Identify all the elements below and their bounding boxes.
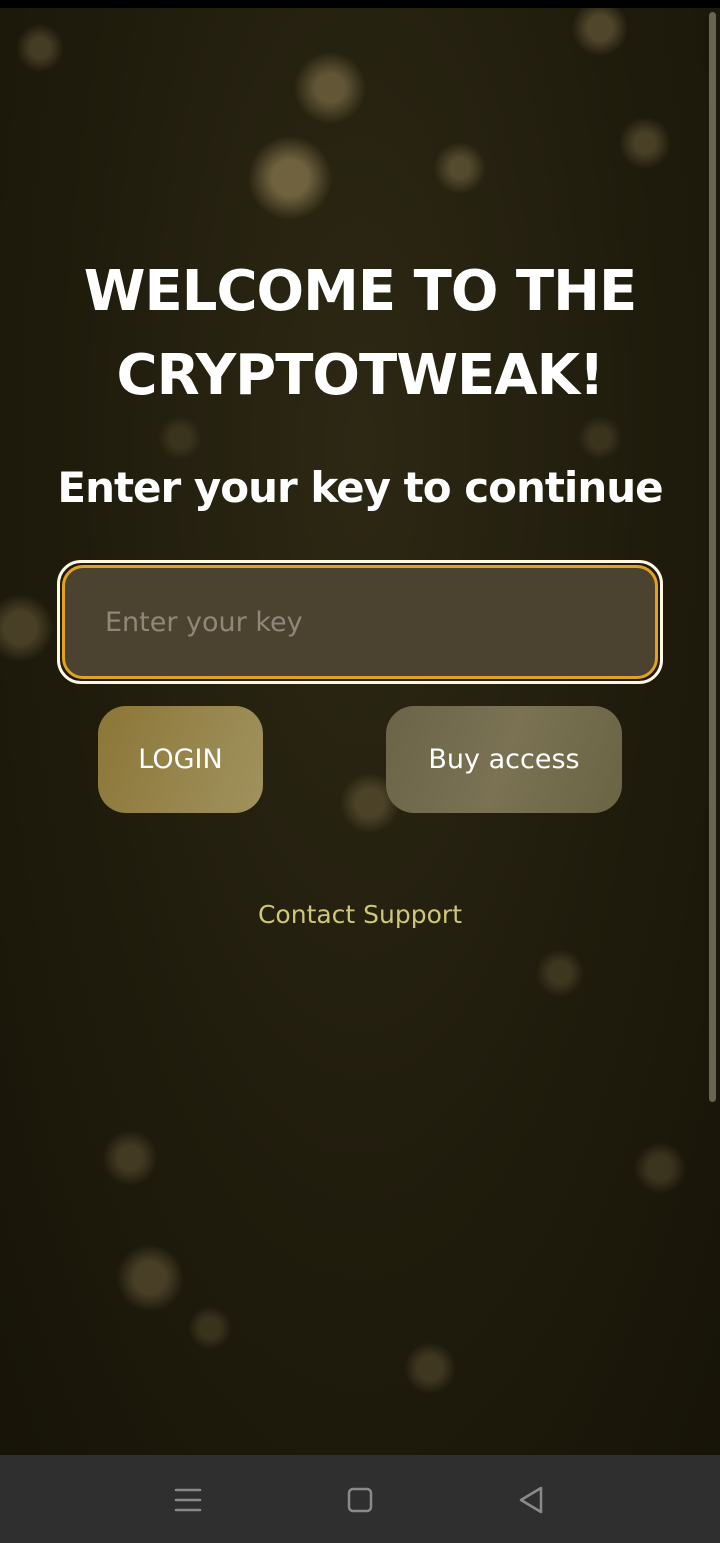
status-bar [0, 0, 720, 8]
contact-support-link[interactable]: Contact Support [0, 895, 720, 935]
scrollbar[interactable] [709, 12, 716, 1102]
key-input-focus-ring [57, 560, 663, 684]
home-button[interactable] [335, 1475, 385, 1525]
login-screen: WELCOME TO THE CRYPTOTWEAK! Enter your k… [0, 0, 720, 1543]
title-line-2: CRYPTOTWEAK! [116, 343, 604, 408]
home-icon [347, 1487, 373, 1513]
menu-icon [174, 1488, 202, 1512]
key-input[interactable] [62, 565, 658, 679]
page-subtitle: Enter your key to continue [57, 463, 663, 512]
back-button[interactable] [506, 1475, 556, 1525]
recent-apps-button[interactable] [163, 1475, 213, 1525]
back-icon [519, 1486, 543, 1514]
buy-access-button[interactable]: Buy access [386, 706, 622, 813]
title-line-1: WELCOME TO THE [83, 259, 638, 324]
login-button[interactable]: LOGIN [98, 706, 263, 813]
page-title: WELCOME TO THE CRYPTOTWEAK! [0, 250, 720, 418]
system-navigation-bar [0, 1455, 720, 1543]
